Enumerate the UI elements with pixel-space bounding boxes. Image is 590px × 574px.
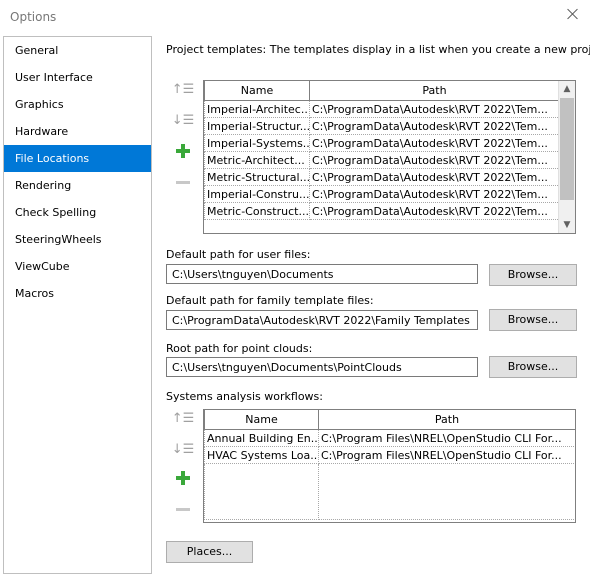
add-icon xyxy=(176,144,190,158)
column-header-path[interactable]: Path xyxy=(309,81,560,101)
places-button[interactable]: Places... xyxy=(166,541,253,563)
template-path[interactable]: C:\ProgramData\Autodesk\RVT 2022\Tem... xyxy=(309,117,560,135)
template-name[interactable]: Imperial-Structur... xyxy=(204,117,310,135)
template-name[interactable]: Imperial-Constru... xyxy=(204,185,310,203)
add-template-button[interactable] xyxy=(168,142,198,160)
table-row[interactable]: Metric-Construct... C:\ProgramData\Autode… xyxy=(204,202,560,220)
sidebar-item-rendering[interactable]: Rendering xyxy=(4,172,151,199)
scroll-up-icon[interactable]: ▲ xyxy=(559,81,575,97)
project-templates-table: Name Path Imperial-Architec... C:\ProgramD… xyxy=(203,80,576,234)
move-down-button[interactable]: ↓☰ xyxy=(168,111,198,129)
move-up-button[interactable]: ↑☰ xyxy=(168,409,198,427)
add-workflow-button[interactable] xyxy=(168,469,198,487)
column-header-name[interactable]: Name xyxy=(204,410,319,430)
sidebar-item-hardware[interactable]: Hardware xyxy=(4,118,151,145)
template-path[interactable]: C:\ProgramData\Autodesk\RVT 2022\Tem... xyxy=(309,100,560,118)
project-templates-label: Project templates: The templates display… xyxy=(166,43,590,56)
move-up-icon: ↑☰ xyxy=(171,410,195,426)
workflow-name[interactable]: Annual Building En... xyxy=(204,429,319,447)
table-row[interactable]: Imperial-Constru... C:\ProgramData\Autode… xyxy=(204,185,560,203)
add-icon xyxy=(176,471,190,485)
move-down-icon: ↓☰ xyxy=(171,441,195,457)
point-clouds-label: Root path for point clouds: xyxy=(166,342,313,355)
options-sidebar: General User Interface Graphics Hardware… xyxy=(3,36,152,574)
user-files-label: Default path for user files: xyxy=(166,248,311,261)
column-header-path[interactable]: Path xyxy=(318,410,575,430)
workflow-path[interactable]: C:\Program Files\NREL\OpenStudio CLI For… xyxy=(318,446,575,464)
user-files-path-field[interactable]: C:\Users\tnguyen\Documents xyxy=(166,264,478,284)
file-locations-panel: Project templates: The templates display… xyxy=(166,36,590,572)
analysis-workflows-table: Name Path Annual Building En... C:\Program… xyxy=(203,409,576,523)
template-name[interactable]: Metric-Architect... xyxy=(204,151,310,169)
browse-point-clouds-button[interactable]: Browse... xyxy=(489,356,577,378)
family-templates-path-field[interactable]: C:\ProgramData\Autodesk\RVT 2022\Family … xyxy=(166,310,478,330)
close-icon[interactable] xyxy=(566,7,580,21)
workflow-path[interactable]: C:\Program Files\NREL\OpenStudio CLI For… xyxy=(318,429,575,447)
template-path[interactable]: C:\ProgramData\Autodesk\RVT 2022\Tem... xyxy=(309,134,560,152)
template-path[interactable]: C:\ProgramData\Autodesk\RVT 2022\Tem... xyxy=(309,151,560,169)
browse-family-templates-button[interactable]: Browse... xyxy=(489,309,577,331)
template-path[interactable]: C:\ProgramData\Autodesk\RVT 2022\Tem... xyxy=(309,168,560,186)
templates-scrollbar[interactable]: ▲ ▼ xyxy=(558,81,575,233)
empty-cell xyxy=(204,463,319,520)
remove-workflow-button[interactable] xyxy=(168,500,198,518)
table-row[interactable]: Imperial-Structur... C:\ProgramData\Autod… xyxy=(204,117,560,135)
table-row-empty xyxy=(204,463,575,520)
table-row[interactable]: Imperial-Architec... C:\ProgramData\Autod… xyxy=(204,100,560,118)
template-name[interactable]: Imperial-Architec... xyxy=(204,100,310,118)
move-down-icon: ↓☰ xyxy=(171,112,195,128)
sidebar-item-steeringwheels[interactable]: SteeringWheels xyxy=(4,226,151,253)
window-title: Options xyxy=(10,10,57,24)
point-clouds-path-field[interactable]: C:\Users\tnguyen\Documents\PointClouds xyxy=(166,357,478,377)
table-row[interactable]: Imperial-Systems... C:\ProgramData\Autode… xyxy=(204,134,560,152)
template-path[interactable]: C:\ProgramData\Autodesk\RVT 2022\Tem... xyxy=(309,202,560,220)
move-up-icon: ↑☰ xyxy=(171,81,195,97)
table-row[interactable]: Annual Building En... C:\Program Files\NR… xyxy=(204,429,575,447)
table-row[interactable]: Metric-Architect... C:\ProgramData\Autode… xyxy=(204,151,560,169)
template-name[interactable]: Metric-Structural... xyxy=(204,168,310,186)
sidebar-item-check-spelling[interactable]: Check Spelling xyxy=(4,199,151,226)
browse-user-files-button[interactable]: Browse... xyxy=(489,264,577,286)
table-row[interactable]: Metric-Structural... C:\ProgramData\Autod… xyxy=(204,168,560,186)
remove-template-button[interactable] xyxy=(168,173,198,191)
sidebar-item-user-interface[interactable]: User Interface xyxy=(4,64,151,91)
remove-icon xyxy=(176,180,190,184)
workflow-name[interactable]: HVAC Systems Loa... xyxy=(204,446,319,464)
template-name[interactable]: Imperial-Systems... xyxy=(204,134,310,152)
family-templates-label: Default path for family template files: xyxy=(166,294,374,307)
sidebar-item-viewcube[interactable]: ViewCube xyxy=(4,253,151,280)
title-bar: Options xyxy=(0,0,590,34)
remove-icon xyxy=(176,507,190,511)
sidebar-item-macros[interactable]: Macros xyxy=(4,280,151,307)
sidebar-item-graphics[interactable]: Graphics xyxy=(4,91,151,118)
column-header-name[interactable]: Name xyxy=(204,81,310,101)
table-row[interactable]: HVAC Systems Loa... C:\Program Files\NREL… xyxy=(204,446,575,464)
scroll-thumb[interactable] xyxy=(560,98,574,200)
template-name[interactable]: Metric-Construct... xyxy=(204,202,310,220)
sidebar-item-general[interactable]: General xyxy=(4,37,151,64)
empty-cell xyxy=(318,463,575,520)
scroll-down-icon[interactable]: ▼ xyxy=(559,217,575,233)
move-down-button[interactable]: ↓☰ xyxy=(168,440,198,458)
analysis-workflows-label: Systems analysis workflows: xyxy=(166,390,323,403)
template-path[interactable]: C:\ProgramData\Autodesk\RVT 2022\Tem... xyxy=(309,185,560,203)
move-up-button[interactable]: ↑☰ xyxy=(168,80,198,98)
sidebar-item-file-locations[interactable]: File Locations xyxy=(4,145,151,172)
